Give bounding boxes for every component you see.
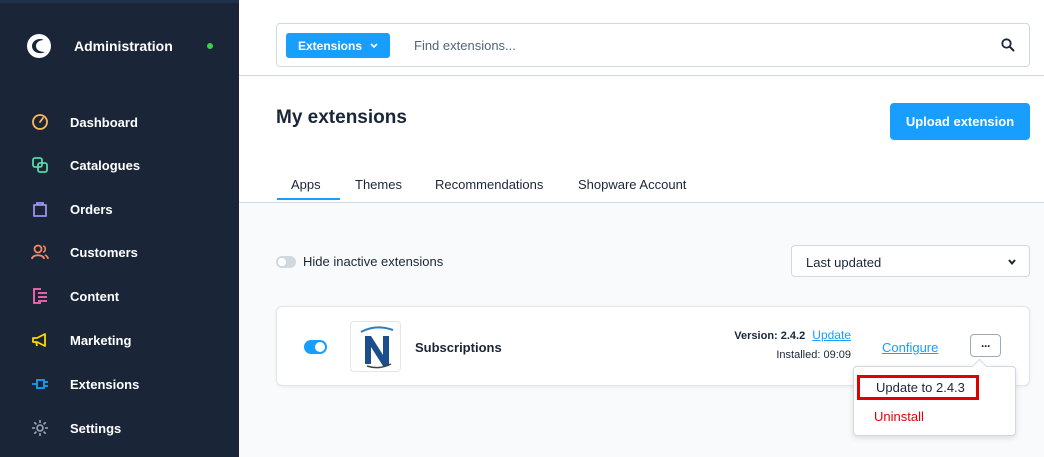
top-search-bar: Extensions Find extensions... xyxy=(239,0,1044,76)
hide-inactive-label: Hide inactive extensions xyxy=(303,254,444,269)
extension-context-menu: Update to 2.4.3 Uninstall xyxy=(853,366,1016,436)
main-content: Extensions Find extensions... My extensi… xyxy=(239,0,1044,457)
sidebar-item-label: Dashboard xyxy=(70,114,138,130)
update-link[interactable]: Update xyxy=(812,328,851,342)
extension-logo xyxy=(350,321,401,372)
sidebar-item-label: Content xyxy=(70,288,120,304)
gear-icon xyxy=(32,420,48,436)
extension-logo-icon xyxy=(360,326,394,369)
sidebar-item-content[interactable]: Content xyxy=(0,274,239,318)
sidebar: Administration Dashboard Catalogues Orde… xyxy=(0,0,239,457)
sidebar-item-label: Extensions xyxy=(70,376,140,392)
installed-time: Installed: 09:09 xyxy=(776,349,851,361)
extension-active-switch[interactable] xyxy=(304,340,327,354)
sidebar-item-label: Catalogues xyxy=(70,157,141,173)
upload-extension-button[interactable]: Upload extension xyxy=(890,103,1030,140)
shopware-logo-icon[interactable] xyxy=(26,33,52,59)
chevron-down-icon xyxy=(370,42,378,48)
sidebar-item-marketing[interactable]: Marketing xyxy=(0,318,239,362)
more-actions-button[interactable]: ··· xyxy=(970,334,1001,357)
plug-icon xyxy=(32,379,48,389)
gauge-icon xyxy=(32,114,48,130)
sidebar-item-dashboard[interactable]: Dashboard xyxy=(0,100,239,144)
extension-version: Version: 2.4.2 Update xyxy=(734,328,851,342)
version-label: Version: 2.4.2 xyxy=(734,330,806,342)
shopping-bag-icon xyxy=(33,202,47,217)
app-title: Administration xyxy=(74,38,173,54)
sidebar-item-label: Marketing xyxy=(70,332,132,348)
sidebar-item-label: Settings xyxy=(70,420,122,436)
megaphone-icon xyxy=(32,333,46,347)
active-tab-indicator xyxy=(277,198,340,200)
online-status-dot xyxy=(207,43,213,49)
users-icon xyxy=(31,244,49,260)
page-title: My extensions xyxy=(276,107,407,128)
menu-item-update[interactable]: Update to 2.4.3 xyxy=(857,375,979,400)
sidebar-item-customers[interactable]: Customers xyxy=(0,230,239,274)
extension-name: Subscriptions xyxy=(415,340,502,355)
search-scope-label: Extensions xyxy=(298,38,363,53)
page-header: My extensions Upload extension Apps Them… xyxy=(239,77,1044,203)
configure-link[interactable]: Configure xyxy=(882,340,938,355)
search-input[interactable]: Extensions Find extensions... xyxy=(276,23,1030,67)
search-placeholder: Find extensions... xyxy=(414,38,516,53)
search-scope-button[interactable]: Extensions xyxy=(286,33,391,58)
hide-inactive-toggle[interactable] xyxy=(276,256,296,268)
sidebar-item-label: Orders xyxy=(70,201,113,217)
menu-item-uninstall[interactable]: Uninstall xyxy=(874,409,924,424)
tab-apps[interactable]: Apps xyxy=(291,177,321,192)
sidebar-item-extensions[interactable]: Extensions xyxy=(0,362,239,406)
tab-themes[interactable]: Themes xyxy=(355,177,402,192)
sidebar-header: Administration xyxy=(0,3,239,91)
sort-select[interactable]: Last updated xyxy=(791,245,1030,277)
catalogue-icon xyxy=(32,157,48,173)
tab-recommendations[interactable]: Recommendations xyxy=(435,177,543,192)
chevron-down-icon xyxy=(1008,259,1016,266)
sidebar-item-settings[interactable]: Settings xyxy=(0,406,239,450)
sidebar-item-catalogues[interactable]: Catalogues xyxy=(0,143,239,187)
content-icon xyxy=(33,288,47,304)
sidebar-item-orders[interactable]: Orders xyxy=(0,187,239,231)
sidebar-item-label: Customers xyxy=(70,244,138,260)
tab-shopware-account[interactable]: Shopware Account xyxy=(578,177,686,192)
sort-value: Last updated xyxy=(806,255,882,270)
search-icon[interactable] xyxy=(1001,38,1015,52)
